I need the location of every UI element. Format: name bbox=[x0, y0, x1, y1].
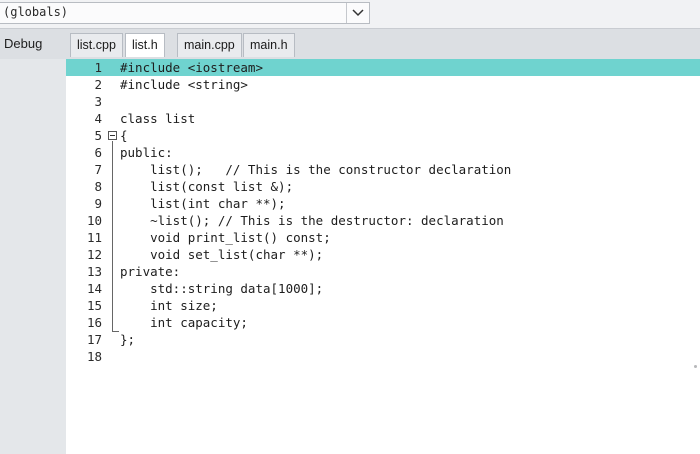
line-number: 5 bbox=[94, 128, 102, 143]
code-line[interactable]: 17}; bbox=[66, 331, 700, 348]
line-number: 11 bbox=[86, 230, 102, 245]
code-line[interactable]: 6 public: bbox=[66, 144, 700, 161]
code-text[interactable]: list(const list &); bbox=[120, 178, 293, 195]
code-text[interactable]: class list bbox=[120, 110, 195, 127]
code-line[interactable]: 5{ bbox=[66, 127, 700, 144]
code-line[interactable]: 14 std::string data[1000]; bbox=[66, 280, 700, 297]
scope-dropdown[interactable]: (globals) bbox=[0, 2, 370, 24]
line-number: 10 bbox=[86, 213, 102, 228]
line-number: 8 bbox=[94, 179, 102, 194]
code-editor[interactable]: 18 17}; 16 int capacity; 15 int size; 14 std… bbox=[66, 59, 700, 454]
code-line[interactable]: 10 ~list(); // This is the destructor: d… bbox=[66, 212, 700, 229]
tab-list-cpp[interactable]: list.cpp bbox=[70, 33, 123, 57]
code-line[interactable]: 9 list(int char **); bbox=[66, 195, 700, 212]
line-number: 12 bbox=[86, 247, 102, 262]
code-text[interactable]: ~list(); // This is the destructor: decl… bbox=[120, 212, 504, 229]
code-text[interactable]: #include <string> bbox=[120, 76, 248, 93]
fold-toggle-icon[interactable] bbox=[108, 131, 117, 140]
tab-main-cpp[interactable]: main.cpp bbox=[177, 33, 242, 57]
code-line[interactable]: 1 #include <iostream> bbox=[66, 59, 700, 76]
line-number: 18 bbox=[86, 349, 102, 364]
line-number: 13 bbox=[86, 264, 102, 279]
chevron-down-icon[interactable] bbox=[346, 3, 369, 23]
tab-label: main.h bbox=[250, 38, 288, 52]
line-number: 17 bbox=[86, 332, 102, 347]
fold-guide bbox=[112, 141, 113, 331]
line-number: 16 bbox=[86, 315, 102, 330]
code-text[interactable]: }; bbox=[120, 331, 135, 348]
code-line[interactable]: 7 list(); // This is the constructor dec… bbox=[66, 161, 700, 178]
tab-label: main.cpp bbox=[184, 38, 235, 52]
line-number: 2 bbox=[94, 77, 102, 92]
line-number: 7 bbox=[94, 162, 102, 177]
file-tab-bar: Debug list.cpp list.h main.cpp main.h bbox=[0, 29, 700, 59]
code-text[interactable]: void print_list() const; bbox=[120, 229, 331, 246]
code-text[interactable]: #include <iostream> bbox=[120, 59, 263, 76]
tab-label: list.h bbox=[132, 38, 158, 52]
code-text[interactable]: list(); // This is the constructor decla… bbox=[120, 161, 511, 178]
line-number: 14 bbox=[86, 281, 102, 296]
build-config-label[interactable]: Debug bbox=[4, 36, 42, 51]
code-line[interactable]: 15 int size; bbox=[66, 297, 700, 314]
line-number: 9 bbox=[94, 196, 102, 211]
fold-guide-end bbox=[112, 331, 119, 332]
code-text[interactable]: int size; bbox=[120, 297, 218, 314]
code-text[interactable]: void set_list(char **); bbox=[120, 246, 323, 263]
code-line[interactable]: 12 void set_list(char **); bbox=[66, 246, 700, 263]
stray-dot bbox=[694, 365, 697, 368]
code-line[interactable]: 4 class list bbox=[66, 110, 700, 127]
code-text[interactable]: private: bbox=[120, 263, 180, 280]
scope-label: (globals) bbox=[3, 5, 69, 19]
code-line[interactable]: 16 int capacity; bbox=[66, 314, 700, 331]
code-text[interactable]: list(int char **); bbox=[120, 195, 285, 212]
code-text[interactable]: int capacity; bbox=[120, 314, 248, 331]
code-line[interactable]: 3 bbox=[66, 93, 700, 110]
code-line[interactable]: 18 bbox=[66, 348, 700, 365]
code-line[interactable]: 2 #include <string> bbox=[66, 76, 700, 93]
line-number: 1 bbox=[94, 60, 102, 75]
code-line[interactable]: 11 void print_list() const; bbox=[66, 229, 700, 246]
code-line[interactable]: 8 list(const list &); bbox=[66, 178, 700, 195]
code-line[interactable]: 13 private: bbox=[66, 263, 700, 280]
code-text[interactable]: { bbox=[120, 127, 128, 144]
line-number: 15 bbox=[86, 298, 102, 313]
line-number: 6 bbox=[94, 145, 102, 160]
tab-main-h[interactable]: main.h bbox=[243, 33, 295, 57]
scope-bar: (globals) bbox=[0, 0, 700, 29]
tab-list-h[interactable]: list.h bbox=[125, 33, 165, 57]
line-number: 3 bbox=[94, 94, 102, 109]
line-number: 4 bbox=[94, 111, 102, 126]
code-text[interactable]: public: bbox=[120, 144, 173, 161]
code-text[interactable]: std::string data[1000]; bbox=[120, 280, 323, 297]
tab-label: list.cpp bbox=[77, 38, 116, 52]
